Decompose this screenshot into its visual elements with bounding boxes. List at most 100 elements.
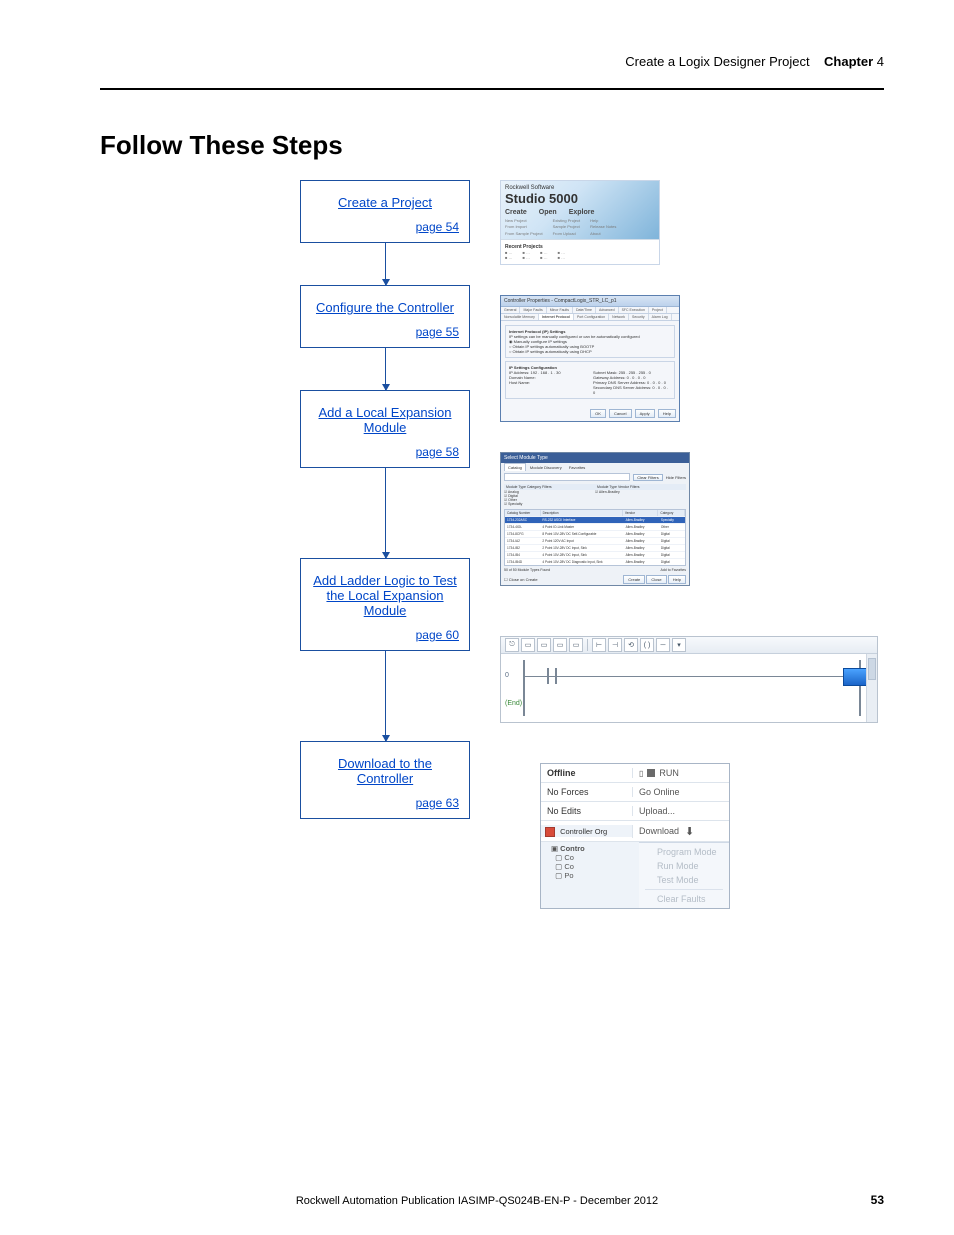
flow-step-configure-controller[interactable]: Configure the Controller page 55 [300,285,470,348]
chapter-label: Chapter [824,54,873,69]
ladder-toolbar: ⎋ ▭ ▭ ▭ ▭ ⊢ ⊣ ⟲ ( ) ─ ▾ [501,637,877,654]
toolbar-icon: ( ) [640,638,654,652]
tree-item: Contro [560,844,585,853]
create-button: Create [623,575,645,584]
mod-tab: Module Discovery [527,464,565,471]
screenshot-studio-splash: Rockwell Software Studio 5000 Create Ope… [500,180,660,265]
dlg-tab: Project [649,307,667,313]
dlg-tab: Major Faults [520,307,546,313]
flow-step-pageref[interactable]: page 63 [416,796,459,810]
footer-publication: Rockwell Automation Publication IASIMP-Q… [0,1195,954,1207]
splash-link: About [590,231,616,237]
found-label: 50 of 50 Module Types Found [504,568,550,572]
table-row: 1734-4IOL4 Point IO-Link MasterAllen-Bra… [505,523,685,530]
hide-filters-link: Hide Filters [666,475,686,480]
flow-step-pageref[interactable]: page 55 [416,325,459,339]
flow-step-label: Configure the Controller [316,300,454,315]
toolbar-icon: ⎋ [505,638,519,652]
chapter-number: 4 [877,54,884,69]
status-offline: Offline [547,768,576,778]
field-label: Host Name: [509,380,530,385]
menu-upload: Upload... [632,806,729,816]
tree-item: Co [564,862,574,871]
splash-product: Studio 5000 [505,191,578,206]
col-header: Vendor [623,510,659,516]
close-button: Close [646,575,666,584]
module-list: Catalog Number Description Vendor Catego… [504,509,686,566]
xio-contact-icon [543,668,561,684]
col-header: Category [658,510,685,516]
breadcrumb: Create a Logix Designer Project [625,54,809,69]
forces-status: No Forces [541,787,632,797]
dlg-tab: SFC Execution [619,307,649,313]
toolbar-icon: ▭ [569,638,583,652]
toolbar-icon: ⊢ [592,638,606,652]
screenshot-controller-properties: Controller Properties - CompactLogix_STR… [500,295,680,422]
flow-step-pageref[interactable]: page 58 [416,445,459,459]
screenshot-select-module: Select Module Type Catalog Module Discov… [500,452,690,586]
toolbar-icon: ▾ [672,638,686,652]
dlg-tab: Minor Faults [547,307,573,313]
filter-item: Specialty [508,502,522,506]
splash-tab-explore: Explore [569,209,595,216]
running-header: Create a Logix Designer Project Chapter … [625,54,884,69]
splash-link: Sample Project [553,224,581,230]
toolbar-icon: ▭ [553,638,567,652]
flow-step-add-expansion-module[interactable]: Add a Local Expansion Module page 58 [300,390,470,468]
ok-button: OK [590,409,606,418]
help-button: Help [668,575,686,584]
tree-toggle-icon [545,827,555,837]
mod-search-input [504,473,630,481]
dlg-tab: Security [629,314,649,320]
table-row: 1734-8CFG8 Point 10V-28V DC Self-Configu… [505,530,685,537]
apply-button: Apply [635,409,655,418]
field-label: Secondary DNS Server Address: [593,385,651,390]
flow-connector [385,243,386,285]
toolbar-icon: ⟲ [624,638,638,652]
menu-download: Download [639,826,679,836]
flow-step-label: Add a Local Expansion Module [319,405,452,435]
toolbar-icon: ▭ [537,638,551,652]
menu-go-online: Go Online [632,787,729,797]
flow-step-download[interactable]: Download to the Controller page 63 [300,741,470,819]
dlg-tab: Alarm Log [649,314,672,320]
section-title: Follow These Steps [100,130,343,161]
col-header: Catalog Number [505,510,541,516]
cancel-button: Cancel [609,409,631,418]
rung-number: 0 [505,672,509,679]
run-indicator-icon [647,769,655,777]
filter-item: Allen-Bradley [599,490,620,494]
menu-program-mode: Program Mode [639,845,729,859]
flow-step-add-ladder-logic[interactable]: Add Ladder Logic to Test the Local Expan… [300,558,470,651]
dlg-tab-active: Internet Protocol [539,314,574,320]
splash-link: From Upload [553,231,581,237]
screenshot-column: Rockwell Software Studio 5000 Create Ope… [500,180,900,939]
header-rule [100,88,884,90]
scrollbar [866,654,877,722]
screenshot-download-menu: Offline ▯RUN No Forces Go Online No Edit… [540,763,730,909]
dlg-tab: Port Configuration [574,314,609,320]
mode-label: RUN [659,768,679,778]
rung-line [525,676,859,677]
toolbar-icon: ─ [656,638,670,652]
dlg-tab: Network [609,314,629,320]
dialog-title: Controller Properties - CompactLogix_STR… [501,296,679,307]
edits-status: No Edits [541,806,632,816]
table-row: 1734-IB22 Point 10V-28V DC Input, SinkAl… [505,544,685,551]
table-row: 1734-IB4D4 Point 10V-28V DC Diagnostic I… [505,558,685,565]
rung-end-label: (End) [505,700,522,707]
flow-step-label: Download to the Controller [338,756,432,786]
splash-tab-create: Create [505,209,527,216]
flow-connector [385,651,386,741]
dlg-tab: Advanced [596,307,619,313]
clear-filters-button: Clear Filters [633,474,663,481]
dlg-tab: General [501,307,520,313]
add-favorites-button: Add to Favorites [661,568,686,572]
flow-step-pageref[interactable]: page 54 [416,220,459,234]
flow-connector [385,348,386,390]
cursor-icon: ⬇ [685,825,694,838]
menu-run-mode: Run Mode [639,859,729,873]
flow-step-create-project[interactable]: Create a Project page 54 [300,180,470,243]
toolbar-icon: ⊣ [608,638,622,652]
flow-step-pageref[interactable]: page 60 [416,628,459,642]
